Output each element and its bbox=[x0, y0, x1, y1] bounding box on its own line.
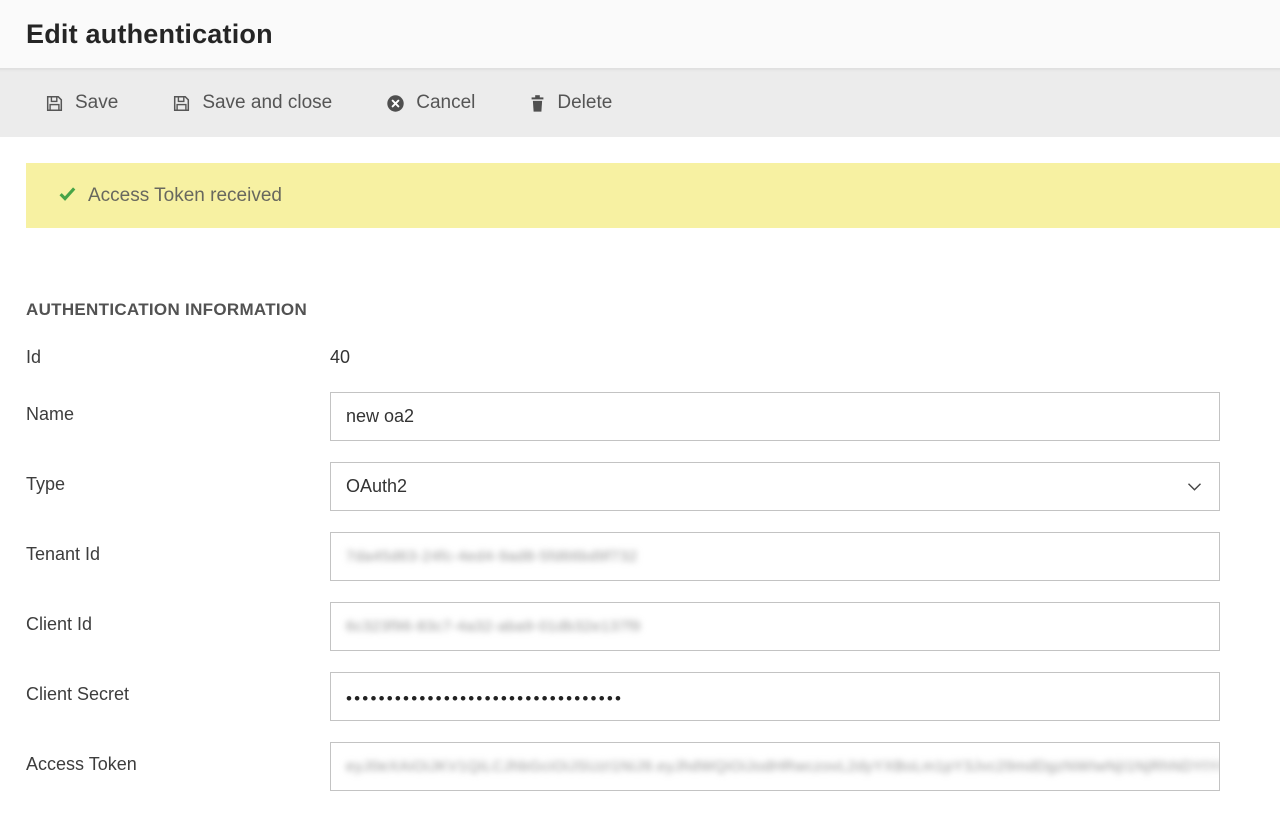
access-token-input-value-blurred: eyJ0eXAiOiJKV1QiLCJhbGciOiJSUzI1NiJ9.eyJ… bbox=[346, 758, 1220, 775]
toolbar: Save Save and close Cancel bbox=[0, 68, 1280, 137]
name-input-value: new oa2 bbox=[346, 406, 414, 427]
tenant-id-label: Tenant Id bbox=[26, 532, 330, 566]
access-token-label: Access Token bbox=[26, 742, 330, 776]
save-button[interactable]: Save bbox=[29, 82, 134, 124]
tenant-id-input-value-blurred: 7da45d63-24fc-4ed4-9ad8-5fd66bd9f732 bbox=[346, 548, 638, 565]
id-value: 40 bbox=[330, 347, 350, 368]
cancel-button[interactable]: Cancel bbox=[370, 82, 491, 124]
field-row-name: Name new oa2 bbox=[26, 392, 1220, 441]
field-row-client-id: Client Id 6c323f96-83c7-4a32-aba9-01db32… bbox=[26, 602, 1220, 651]
client-id-label: Client Id bbox=[26, 602, 330, 636]
save-icon bbox=[45, 94, 64, 113]
client-id-input-value-blurred: 6c323f96-83c7-4a32-aba9-01db32e137f9 bbox=[346, 618, 641, 635]
cancel-button-label: Cancel bbox=[416, 92, 475, 114]
status-banner: Access Token received bbox=[26, 163, 1280, 228]
page-header: Edit authentication bbox=[0, 0, 1280, 68]
delete-icon bbox=[529, 94, 546, 113]
status-banner-text: Access Token received bbox=[88, 185, 282, 207]
access-token-input[interactable]: eyJ0eXAiOiJKV1QiLCJhbGciOiJSUzI1NiJ9.eyJ… bbox=[330, 742, 1220, 791]
save-icon bbox=[172, 94, 191, 113]
field-row-client-secret: Client Secret ••••••••••••••••••••••••••… bbox=[26, 672, 1220, 721]
id-label: Id bbox=[26, 347, 330, 369]
field-row-tenant-id: Tenant Id 7da45d63-24fc-4ed4-9ad8-5fd66b… bbox=[26, 532, 1220, 581]
save-button-label: Save bbox=[75, 92, 118, 114]
client-id-input[interactable]: 6c323f96-83c7-4a32-aba9-01db32e137f9 bbox=[330, 602, 1220, 651]
save-and-close-button[interactable]: Save and close bbox=[156, 82, 348, 124]
form-content: AUTHENTICATION INFORMATION Id 40 Name ne… bbox=[0, 228, 1280, 840]
delete-button-label: Delete bbox=[557, 92, 612, 114]
type-select[interactable]: OAuth2 bbox=[330, 462, 1220, 511]
chevron-down-icon bbox=[1187, 482, 1202, 491]
save-and-close-button-label: Save and close bbox=[202, 92, 332, 114]
tenant-id-input[interactable]: 7da45d63-24fc-4ed4-9ad8-5fd66bd9f732 bbox=[330, 532, 1220, 581]
field-row-type: Type OAuth2 bbox=[26, 462, 1220, 511]
type-select-value: OAuth2 bbox=[346, 476, 407, 497]
cancel-icon bbox=[386, 94, 405, 113]
client-secret-input-masked-value: •••••••••••••••••••••••••••••••••• bbox=[346, 687, 623, 707]
section-title: AUTHENTICATION INFORMATION bbox=[26, 300, 1220, 320]
client-secret-label: Client Secret bbox=[26, 672, 330, 706]
name-label: Name bbox=[26, 392, 330, 426]
delete-button[interactable]: Delete bbox=[513, 82, 628, 124]
field-row-access-token: Access Token eyJ0eXAiOiJKV1QiLCJhbGciOiJ… bbox=[26, 742, 1220, 791]
page-title: Edit authentication bbox=[26, 19, 273, 50]
name-input[interactable]: new oa2 bbox=[330, 392, 1220, 441]
checkmark-icon bbox=[58, 184, 77, 208]
type-label: Type bbox=[26, 462, 330, 496]
field-row-id: Id 40 bbox=[26, 347, 1220, 372]
client-secret-input[interactable]: •••••••••••••••••••••••••••••••••• bbox=[330, 672, 1220, 721]
